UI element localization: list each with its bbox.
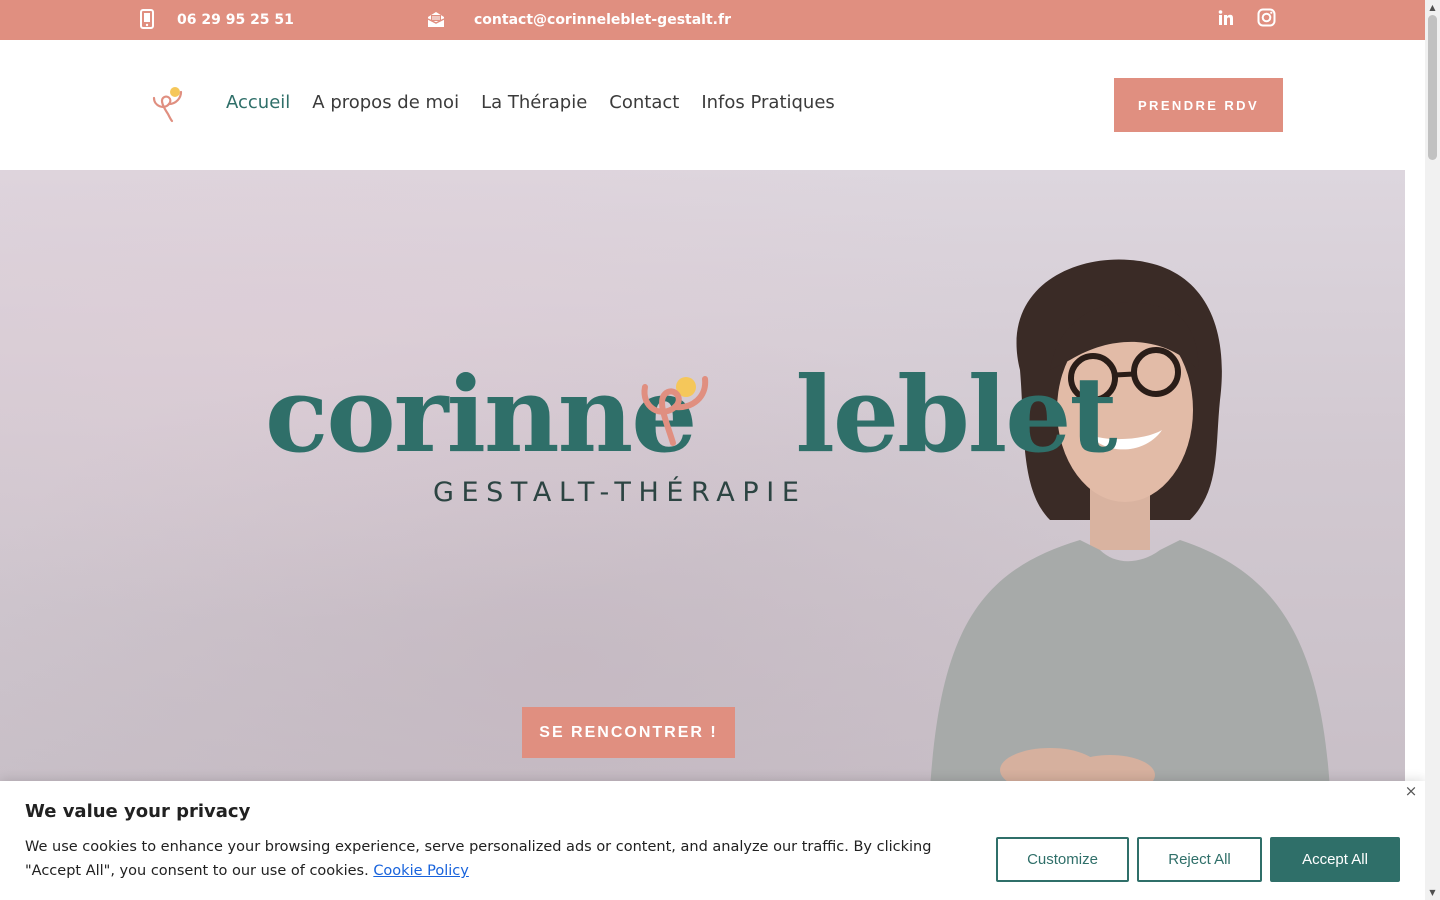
brand-first-name: corinne bbox=[265, 353, 697, 476]
customize-button[interactable]: Customize bbox=[996, 837, 1129, 882]
nav-item-a-propos[interactable]: A propos de moi bbox=[312, 92, 459, 113]
se-rencontrer-button[interactable]: SE RENCONTRER ! bbox=[522, 707, 735, 758]
mail-icon bbox=[426, 10, 446, 32]
brand-mark-icon bbox=[637, 371, 717, 455]
phone-number[interactable]: 06 29 95 25 51 bbox=[177, 0, 294, 40]
site-logo[interactable] bbox=[150, 84, 186, 128]
site-header: Accueil A propos de moi La Thérapie Cont… bbox=[0, 40, 1425, 170]
scrollbar-thumb[interactable] bbox=[1428, 15, 1437, 160]
cookie-policy-link[interactable]: Cookie Policy bbox=[373, 863, 469, 879]
close-icon[interactable]: × bbox=[1403, 782, 1419, 800]
hero-section: corinne leblet GESTALT-THÉRAPIE SE RENCON… bbox=[0, 170, 1405, 790]
prendre-rdv-button[interactable]: PRENDRE RDV bbox=[1114, 78, 1283, 132]
nav-item-infos-pratiques[interactable]: Infos Pratiques bbox=[701, 92, 834, 113]
brand-logo: corinne leblet GESTALT-THÉRAPIE bbox=[265, 363, 1118, 515]
nav-item-contact[interactable]: Contact bbox=[609, 92, 679, 113]
reject-all-button[interactable]: Reject All bbox=[1137, 837, 1262, 882]
email-link[interactable]: contact@corinneleblet-gestalt.fr bbox=[474, 0, 731, 40]
top-bar: 06 29 95 25 51 contact@corinneleblet-ges… bbox=[0, 0, 1425, 40]
cookie-text: We use cookies to enhance your browsing … bbox=[25, 839, 932, 879]
brand-last-name: leblet bbox=[795, 353, 1117, 476]
scrollbar[interactable]: ▲ ▼ bbox=[1425, 0, 1440, 900]
accept-all-button[interactable]: Accept All bbox=[1270, 837, 1400, 882]
nav-item-therapie[interactable]: La Thérapie bbox=[481, 92, 587, 113]
cookie-description: We use cookies to enhance your browsing … bbox=[25, 835, 985, 883]
instagram-icon[interactable] bbox=[1257, 8, 1276, 31]
portrait-photo bbox=[930, 259, 1330, 790]
page: 06 29 95 25 51 contact@corinneleblet-ges… bbox=[0, 0, 1440, 900]
cookie-banner: × We value your privacy We use cookies t… bbox=[0, 781, 1425, 900]
phone-icon bbox=[140, 9, 154, 33]
brand-subtitle: GESTALT-THÉRAPIE bbox=[433, 477, 807, 508]
cookie-title: We value your privacy bbox=[25, 801, 251, 822]
nav-item-accueil[interactable]: Accueil bbox=[226, 92, 290, 113]
scroll-down-arrow-icon[interactable]: ▼ bbox=[1425, 885, 1440, 900]
scroll-up-arrow-icon[interactable]: ▲ bbox=[1425, 0, 1440, 15]
main-nav: Accueil A propos de moi La Thérapie Cont… bbox=[226, 92, 835, 113]
linkedin-icon[interactable] bbox=[1217, 9, 1235, 31]
